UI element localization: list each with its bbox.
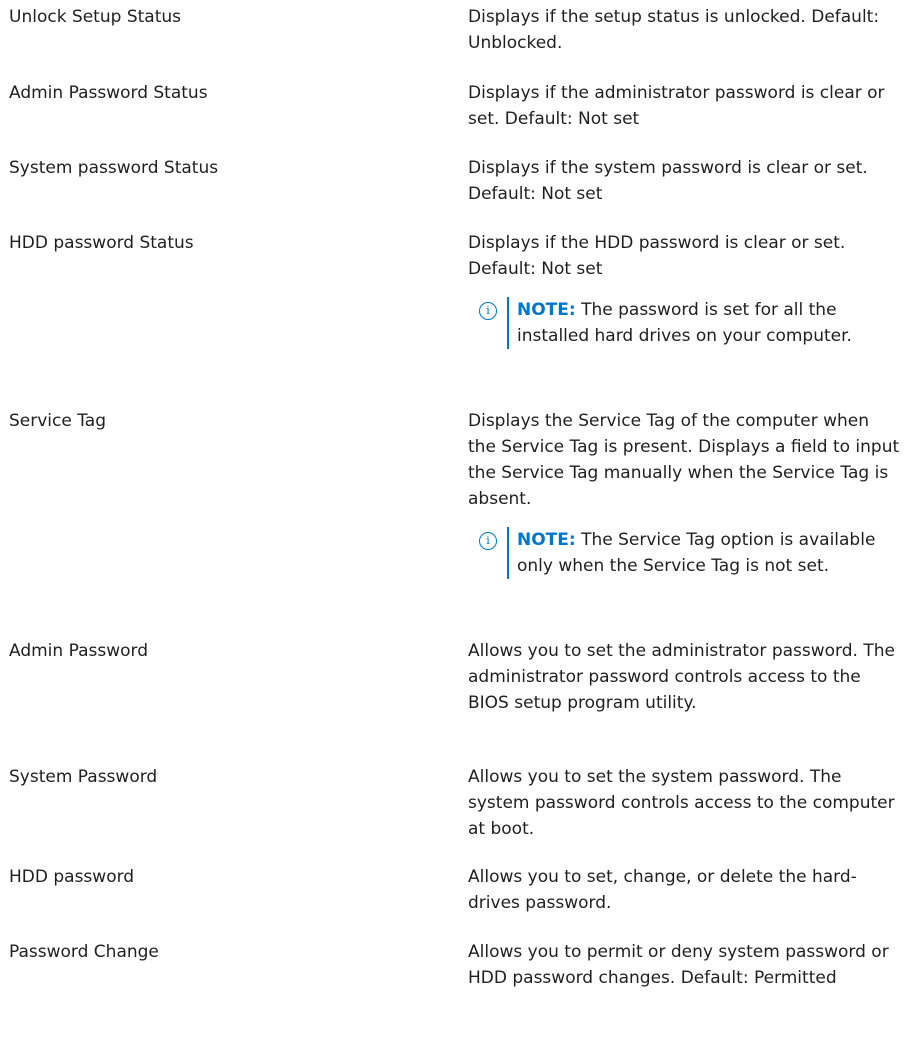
option-name: HDD password [9, 867, 135, 887]
row-service-tag: Service Tag Displays the Service Tag of … [0, 408, 902, 579]
row-admin-password-status: Admin Password Status Displays if the ad… [0, 80, 902, 132]
option-description: Allows you to set, change, or delete the… [468, 867, 857, 913]
info-icon: i [479, 302, 497, 320]
option-name: Password Change [9, 942, 159, 962]
option-name: System Password [9, 767, 158, 787]
row-hdd-password-status: HDD password Status Displays if the HDD … [0, 230, 902, 349]
option-description: Allows you to set the system password. T… [468, 767, 895, 839]
option-description: Displays if the setup status is unlocked… [468, 7, 880, 53]
option-name: Admin Password Status [9, 83, 208, 103]
note-body: NOTE: The Service Tag option is availabl… [517, 527, 877, 579]
option-description: Allows you to set the administrator pass… [468, 641, 895, 713]
row-unlock-setup-status: Unlock Setup Status Displays if the setu… [0, 4, 902, 56]
option-name: Admin Password [9, 641, 148, 661]
note-callout: i NOTE: The Service Tag option is availa… [468, 527, 902, 579]
row-system-password-status: System password Status Displays if the s… [0, 155, 902, 207]
note-body: NOTE: The password is set for all the in… [517, 297, 877, 349]
row-password-change: Password Change Allows you to permit or … [0, 939, 902, 991]
row-system-password: System Password Allows you to set the sy… [0, 764, 902, 842]
note-label: NOTE: [517, 530, 576, 550]
note-divider [507, 297, 509, 349]
option-description: Displays if the system password is clear… [468, 158, 868, 204]
option-name: Service Tag [9, 411, 107, 431]
option-cell: Displays the Service Tag of the computer… [468, 408, 902, 579]
option-name: Unlock Setup Status [9, 7, 181, 27]
info-icon: i [479, 532, 497, 550]
option-description: Allows you to permit or deny system pass… [468, 942, 889, 988]
option-cell: Displays if the HDD password is clear or… [468, 230, 902, 349]
option-name: HDD password Status [9, 233, 194, 253]
option-description: Displays if the administrator password i… [468, 83, 885, 129]
note-label: NOTE: [517, 300, 576, 320]
option-name: System password Status [9, 158, 219, 178]
row-admin-password: Admin Password Allows you to set the adm… [0, 638, 902, 716]
option-description: Displays the Service Tag of the computer… [468, 411, 900, 509]
note-callout: i NOTE: The password is set for all the … [468, 297, 902, 349]
option-description: Displays if the HDD password is clear or… [468, 233, 846, 279]
row-hdd-password: HDD password Allows you to set, change, … [0, 864, 902, 916]
note-divider [507, 527, 509, 579]
